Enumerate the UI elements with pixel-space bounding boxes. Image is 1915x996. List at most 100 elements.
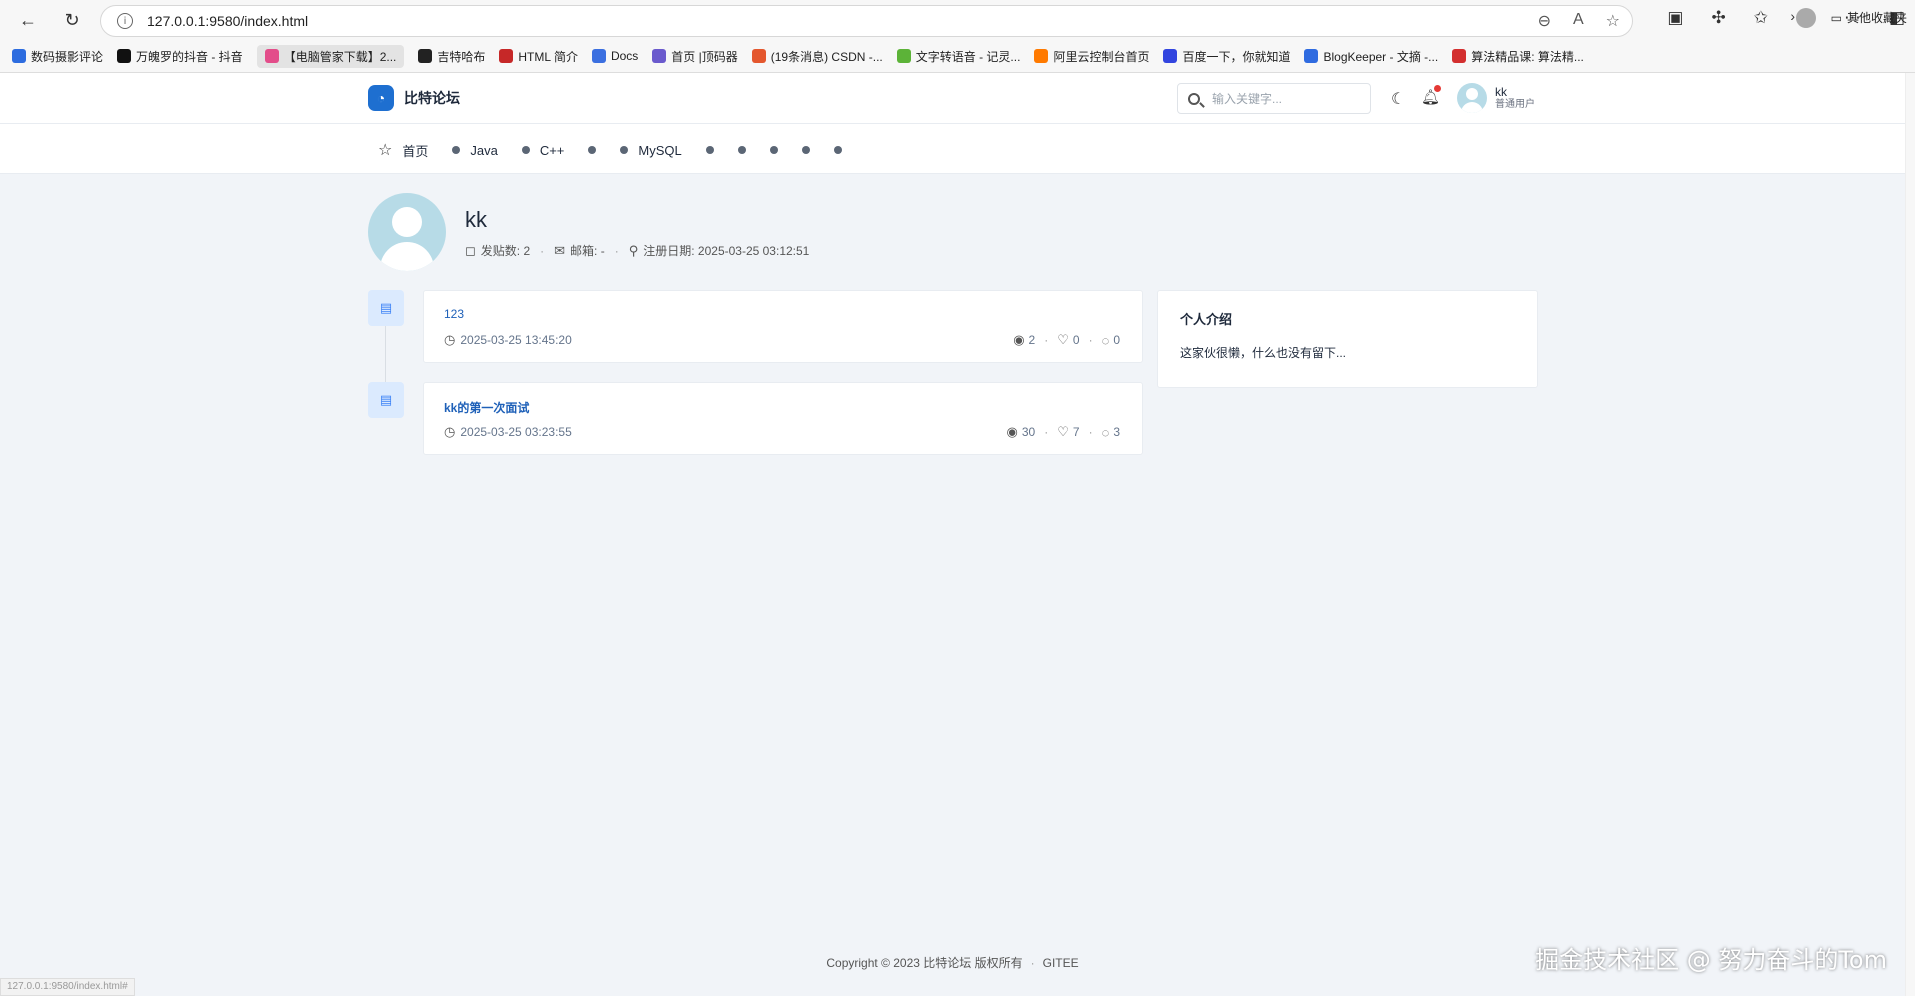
- search-box[interactable]: [1177, 83, 1371, 114]
- nav-item-category[interactable]: [801, 146, 810, 154]
- nav-item-category[interactable]: [769, 146, 778, 154]
- bookmark-favicon-icon: [652, 49, 667, 63]
- zoom-icon[interactable]: ⊖: [1538, 11, 1551, 31]
- search-input[interactable]: [1212, 91, 1362, 106]
- profile-avatar: [368, 193, 446, 271]
- bookmark-item[interactable]: 算法精品课: 算法精...: [1452, 48, 1584, 65]
- bookmark-label: Docs: [610, 49, 639, 63]
- bookmark-label: 万魄罗的抖音 - 抖音: [136, 49, 243, 64]
- nav-item-category[interactable]: Java: [452, 142, 498, 158]
- extension-icon[interactable]: ▣: [1667, 8, 1683, 28]
- post-time-text: 2025-03-25 03:23:55: [460, 425, 572, 439]
- like-count: 7: [1072, 425, 1080, 439]
- address-url[interactable]: 127.0.0.1:9580/index.html: [147, 13, 308, 29]
- extensions-puzzle-icon[interactable]: ✣: [1711, 8, 1725, 28]
- post-title-link[interactable]: kk的第一次面试: [444, 399, 529, 416]
- bookmark-item[interactable]: 阿里云控制台首页: [1034, 48, 1149, 65]
- bookmark-label: 数码摄影评论: [31, 49, 104, 64]
- heart-icon: ♡: [1057, 424, 1069, 439]
- bookmark-item[interactable]: Docs: [591, 49, 639, 63]
- clock-icon: ◷: [444, 332, 456, 347]
- bookmark-label: 文字转语音 - 记灵...: [915, 49, 1021, 64]
- favorite-star-icon[interactable]: ☆: [1606, 11, 1620, 31]
- nav-item-home[interactable]: ☆ 首页: [378, 140, 428, 160]
- user-avatar: [1457, 83, 1487, 113]
- nav-category-label: MySQL: [638, 142, 682, 158]
- bookmark-favicon-icon: [264, 49, 279, 63]
- bookmark-label: (19条消息) CSDN -...: [770, 49, 883, 64]
- bookmark-label: BlogKeeper - 文摘 -...: [1323, 49, 1439, 64]
- logo-chat-icon: ◔: [368, 85, 394, 111]
- comment-icon: ◌: [1101, 332, 1110, 348]
- post-stats: ◉ 2 · ♡ 0 · ◌ 0: [1013, 332, 1120, 348]
- bookmark-favicon-icon: [896, 49, 911, 63]
- bookmark-item[interactable]: 百度一下，你就知道: [1163, 48, 1290, 65]
- read-aloud-icon[interactable]: A: [1573, 11, 1584, 31]
- nav-item-category[interactable]: [833, 146, 842, 154]
- timeline-message-icon: ▤: [368, 382, 404, 418]
- nav-item-category[interactable]: [588, 146, 597, 154]
- site-header: ◔ 比特论坛 ☾ 🔔︎ kk 普通用户: [0, 73, 1905, 124]
- bookmark-favicon-icon: [1304, 49, 1319, 63]
- header-user-name: kk: [1495, 84, 1507, 99]
- watermark: 掘金技术社区 @ 努力奋斗的Tom: [1535, 946, 1887, 974]
- footer-gitee-link[interactable]: GITEE: [1043, 956, 1079, 970]
- dot-icon: [801, 146, 810, 154]
- nav-item-category[interactable]: C++: [521, 142, 565, 158]
- post-time-text: 2025-03-25 13:45:20: [460, 333, 572, 347]
- nav-category-label: C++: [539, 142, 565, 158]
- post-time: ◷ 2025-03-25 13:45:20: [444, 332, 572, 348]
- bookmark-item[interactable]: (19条消息) CSDN -...: [751, 48, 883, 65]
- comment-count: 0: [1113, 333, 1120, 347]
- view-count: 30: [1021, 425, 1036, 439]
- page-scrollbar[interactable]: [1905, 73, 1915, 996]
- category-nav: ☆ 首页 Java C++ MySQL: [0, 124, 1905, 174]
- dot-icon: [588, 146, 597, 154]
- reload-icon[interactable]: ↻: [60, 8, 84, 32]
- post-title-link[interactable]: 123: [444, 307, 464, 321]
- profile-avatar-icon[interactable]: [1795, 8, 1816, 28]
- dot-icon: [705, 146, 714, 154]
- bookmark-favicon-icon: [117, 49, 132, 63]
- bookmark-favicon-icon: [418, 49, 433, 63]
- dot-icon: [521, 146, 530, 154]
- site-logo[interactable]: ◔ 比特论坛: [368, 85, 460, 111]
- view-count: 2: [1028, 333, 1036, 347]
- bookmark-item[interactable]: HTML 简介: [499, 48, 578, 65]
- bookmarks-more-chevron-icon[interactable]: ›: [1790, 8, 1795, 24]
- back-arrow-icon[interactable]: ←: [16, 8, 40, 32]
- bookmark-label: 阿里云控制台首页: [1053, 49, 1150, 64]
- bookmark-item[interactable]: 吉特哈布: [418, 48, 485, 65]
- address-bar[interactable]: i 127.0.0.1:9580/index.html ⊖ A ☆: [100, 5, 1633, 37]
- clock-icon: ◷: [444, 424, 456, 439]
- bookmark-item[interactable]: 数码摄影评论: [12, 48, 103, 65]
- bookmark-label: 算法精品课: 算法精...: [1471, 49, 1584, 64]
- heart-icon: ♡: [1057, 332, 1069, 347]
- eye-icon: ◉: [1006, 424, 1018, 439]
- nav-item-category[interactable]: MySQL: [620, 142, 682, 158]
- dot-icon: [737, 146, 746, 154]
- user-add-icon: ⚲: [628, 242, 639, 258]
- status-url: 127.0.0.1:9580/index.html#: [0, 978, 135, 996]
- user-menu[interactable]: kk 普通用户: [1457, 83, 1535, 113]
- post-count: 发贴数: 2: [480, 244, 531, 258]
- bookmark-item[interactable]: BlogKeeper - 文摘 -...: [1304, 48, 1438, 65]
- bookmark-item[interactable]: 【电脑管家下载】2...: [256, 44, 405, 68]
- bookmark-item[interactable]: 万魄罗的抖音 - 抖音: [117, 48, 243, 65]
- other-bookmarks-folder[interactable]: ▭ 其他收藏夹: [1831, 9, 1907, 26]
- nav-category-label: Java: [470, 142, 498, 158]
- bookmark-item[interactable]: 首页 |顶码器: [652, 48, 738, 65]
- site-info-icon[interactable]: i: [117, 13, 133, 29]
- dark-mode-moon-icon[interactable]: ☾: [1391, 89, 1405, 109]
- bookmark-label: 首页 |顶码器: [671, 49, 738, 64]
- bookmark-item[interactable]: 文字转语音 - 记灵...: [896, 48, 1021, 65]
- profile-meta: ◻ 发贴数: 2 · ✉ 邮箱: - · ⚲ 注册日期: 2025-03-25 03:…: [465, 242, 810, 259]
- favorites-icon[interactable]: ✩: [1754, 8, 1768, 28]
- timeline-line: [385, 324, 386, 384]
- nav-item-category[interactable]: [737, 146, 746, 154]
- search-icon: [1188, 92, 1200, 105]
- nav-item-category[interactable]: [705, 146, 714, 154]
- footer-copyright: Copyright © 2023 比特论坛 版权所有: [826, 956, 1023, 970]
- bookmark-favicon-icon: [1034, 49, 1049, 63]
- eye-icon: ◉: [1013, 332, 1025, 347]
